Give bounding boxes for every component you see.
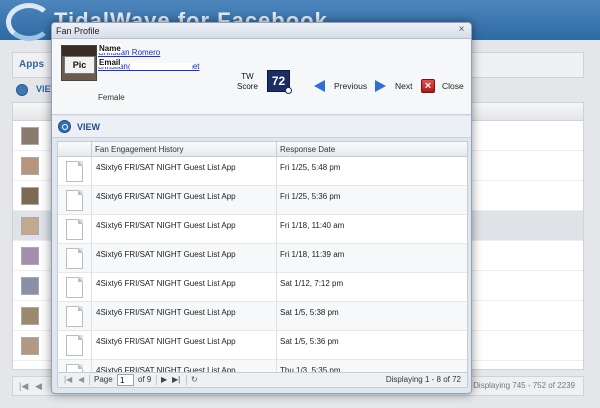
history-cell: 4Sixty6 FRI/SAT NIGHT Guest List App	[96, 192, 236, 201]
email-label: Email	[98, 58, 122, 67]
next-page-icon[interactable]: ▶	[161, 375, 167, 384]
history-cell: 4Sixty6 FRI/SAT NIGHT Guest List App	[96, 221, 236, 230]
table-row[interactable]: 4Sixty6 FRI/SAT NIGHT Guest List App Fri…	[58, 186, 467, 215]
history-cell: 4Sixty6 FRI/SAT NIGHT Guest List App	[96, 308, 236, 317]
score-indicator-icon	[285, 87, 292, 94]
history-cell: 4Sixty6 FRI/SAT NIGHT Guest List App	[96, 279, 236, 288]
engagement-history-grid: Fan Engagement History Response Date 4Si…	[57, 141, 468, 388]
previous-button[interactable]: Previous	[314, 79, 371, 93]
dialog-close-icon[interactable]: ×	[456, 25, 467, 36]
table-row[interactable]: 4Sixty6 FRI/SAT NIGHT Guest List App Fri…	[58, 244, 467, 273]
avatar	[21, 127, 39, 145]
of-pages-label: of 9	[138, 375, 152, 384]
grid-pager: |◀ ◀ Page of 9 ▶ ▶| ↻ Displaying 1 - 8 o…	[58, 372, 467, 387]
page-label: Page	[94, 375, 113, 384]
arrow-right-icon	[375, 80, 386, 92]
document-icon	[66, 248, 83, 269]
prev-page-icon[interactable]: ◀	[78, 375, 84, 384]
history-cell: 4Sixty6 FRI/SAT NIGHT Guest List App	[96, 337, 236, 346]
table-row[interactable]: 4Sixty6 FRI/SAT NIGHT Guest List App Sat…	[58, 302, 467, 331]
profile-picture: Pic	[61, 45, 97, 81]
avatar	[21, 187, 39, 205]
date-cell: Sat 1/5, 5:38 pm	[280, 308, 339, 317]
document-icon	[66, 219, 83, 240]
dialog-title: Fan Profile	[56, 26, 100, 36]
previous-label: Previous	[334, 81, 368, 91]
date-cell: Fri 1/25, 5:48 pm	[280, 163, 341, 172]
view-icon	[16, 84, 28, 96]
history-cell: 4Sixty6 FRI/SAT NIGHT Guest List App	[96, 250, 236, 259]
next-button[interactable]: Next	[375, 79, 416, 93]
tab-apps[interactable]: Apps	[19, 59, 44, 70]
page-number-input[interactable]	[117, 374, 134, 386]
next-label: Next	[395, 81, 413, 91]
tw-score-label: TW Score	[237, 72, 258, 91]
bg-pager-display: Displaying 745 - 752 of 2239	[473, 381, 575, 390]
document-icon	[66, 161, 83, 182]
avatar	[21, 157, 39, 175]
avatar	[21, 277, 39, 295]
gender-value: Female	[98, 93, 125, 102]
avatar	[21, 307, 39, 325]
profile-area: Pic Christian Romero Name christian@some…	[52, 39, 471, 115]
date-cell: Sat 1/5, 5:36 pm	[280, 337, 339, 346]
column-header-date[interactable]: Response Date	[276, 142, 467, 157]
last-page-icon[interactable]: ▶|	[172, 375, 180, 384]
close-icon: ×	[421, 79, 435, 93]
grid-header: Fan Engagement History Response Date	[58, 142, 467, 157]
document-icon	[66, 190, 83, 211]
history-cell: 4Sixty6 FRI/SAT NIGHT Guest List App	[96, 163, 236, 172]
first-page-icon[interactable]: |◀	[64, 375, 72, 384]
logo-swirl-icon	[6, 3, 52, 41]
date-cell: Fri 1/18, 11:40 am	[280, 221, 345, 230]
view-label[interactable]: VIEW	[77, 122, 100, 132]
name-label: Name	[98, 44, 122, 53]
table-row[interactable]: 4Sixty6 FRI/SAT NIGHT Guest List App Sat…	[58, 331, 467, 360]
column-header-history[interactable]: Fan Engagement History	[91, 142, 276, 157]
tw-score-badge: 72	[267, 70, 292, 94]
document-icon	[66, 277, 83, 298]
arrow-left-icon	[314, 80, 325, 92]
document-icon	[66, 335, 83, 356]
date-cell: Fri 1/25, 5:36 pm	[280, 192, 341, 201]
document-icon	[66, 306, 83, 327]
dialog-titlebar[interactable]: Fan Profile ×	[52, 23, 471, 39]
grid-body: 4Sixty6 FRI/SAT NIGHT Guest List App Fri…	[58, 157, 467, 387]
table-row[interactable]: 4Sixty6 FRI/SAT NIGHT Guest List App Fri…	[58, 215, 467, 244]
email-redaction	[130, 63, 192, 70]
pager-display-text: Displaying 1 - 8 of 72	[385, 375, 461, 384]
table-row[interactable]: 4Sixty6 FRI/SAT NIGHT Guest List App Sat…	[58, 273, 467, 302]
close-button[interactable]: × Close	[421, 79, 468, 93]
avatar	[21, 217, 39, 235]
view-bar: VIEW	[52, 116, 471, 138]
view-icon[interactable]	[58, 120, 71, 133]
first-page-icon[interactable]: |◀	[19, 381, 28, 392]
avatar	[21, 247, 39, 265]
date-cell: Fri 1/18, 11:39 am	[280, 250, 345, 259]
avatar	[21, 337, 39, 355]
table-row[interactable]: 4Sixty6 FRI/SAT NIGHT Guest List App Fri…	[58, 157, 467, 186]
refresh-icon[interactable]: ↻	[191, 375, 198, 384]
pic-label: Pic	[64, 56, 95, 74]
date-cell: Sat 1/12, 7:12 pm	[280, 279, 344, 288]
prev-page-icon[interactable]: ◀	[35, 381, 42, 392]
close-label: Close	[442, 81, 464, 91]
fan-profile-dialog: Fan Profile × Pic Christian Romero Name …	[51, 22, 472, 394]
